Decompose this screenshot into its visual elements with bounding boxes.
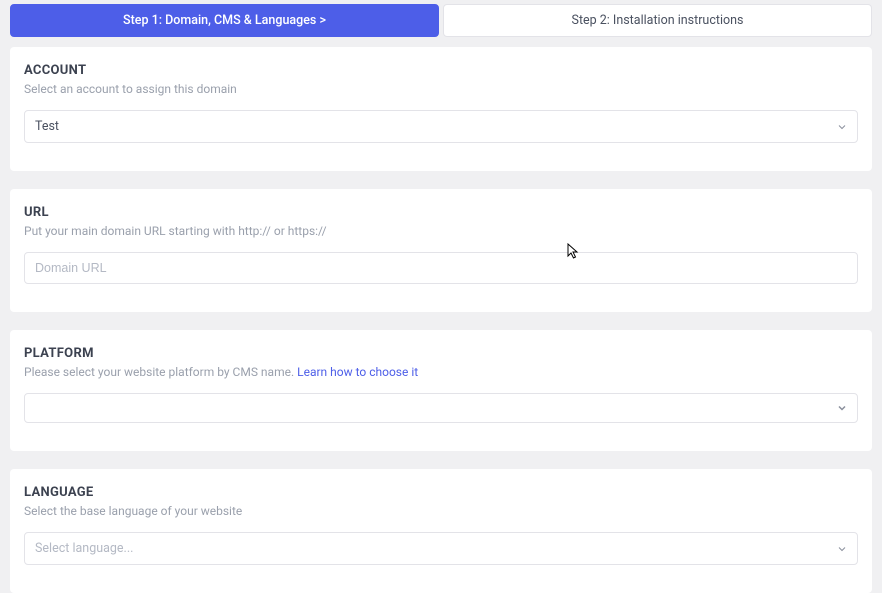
panel-language: LANGUAGE Select the base language of you… <box>10 469 872 593</box>
panel-platform: PLATFORM Please select your website plat… <box>10 330 872 451</box>
url-title: URL <box>24 205 858 220</box>
panel-url: URL Put your main domain URL starting wi… <box>10 189 872 312</box>
steps-tabs: Step 1: Domain, CMS & Languages > Step 2… <box>0 0 882 37</box>
platform-select-wrap <box>24 393 858 423</box>
language-title: LANGUAGE <box>24 485 858 500</box>
language-select[interactable]: Select language... <box>24 532 858 565</box>
language-select-wrap: Select language... <box>24 532 858 565</box>
tab-step1[interactable]: Step 1: Domain, CMS & Languages > <box>10 4 439 37</box>
account-title: ACCOUNT <box>24 63 858 78</box>
platform-select[interactable] <box>24 393 858 423</box>
platform-learn-link[interactable]: Learn how to choose it <box>297 365 418 379</box>
account-desc: Select an account to assign this domain <box>24 82 858 96</box>
panel-account: ACCOUNT Select an account to assign this… <box>10 47 872 171</box>
account-select[interactable]: Test <box>24 110 858 143</box>
account-select-wrap: Test <box>24 110 858 143</box>
url-input[interactable] <box>24 252 858 284</box>
language-desc: Select the base language of your website <box>24 504 858 518</box>
url-desc: Put your main domain URL starting with h… <box>24 224 858 238</box>
platform-desc-text: Please select your website platform by C… <box>24 365 297 379</box>
tab-step2[interactable]: Step 2: Installation instructions <box>443 4 872 37</box>
platform-desc: Please select your website platform by C… <box>24 365 858 379</box>
platform-title: PLATFORM <box>24 346 858 361</box>
